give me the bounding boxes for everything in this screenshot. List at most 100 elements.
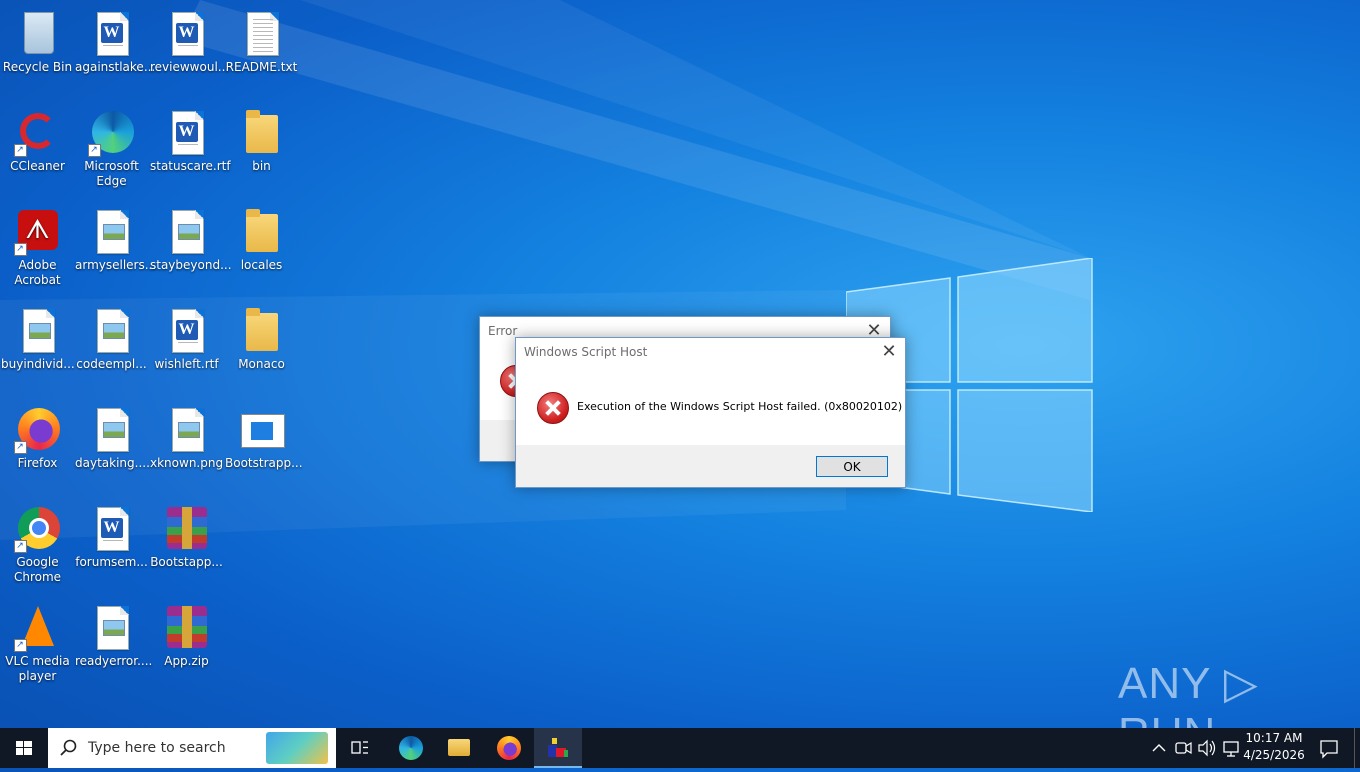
desktop-icon-label: readyerror.... [75, 654, 153, 668]
wsh-dialog-message: Execution of the Windows Script Host fai… [577, 400, 903, 413]
desktop-icon-label: wishleft.rtf [154, 357, 219, 371]
taskbar-firefox-button[interactable] [484, 728, 532, 768]
desktop-icon-label: Monaco [238, 357, 285, 371]
search-placeholder: Type here to search [88, 740, 226, 756]
ok-button[interactable]: OK [816, 456, 888, 477]
desktop-icon-label: CCleaner [10, 159, 65, 173]
desktop-icon-firefox[interactable]: ↗ Firefox [0, 400, 75, 471]
taskbar-search-box[interactable]: Type here to search [48, 728, 336, 768]
desktop-icon-google-chrome[interactable]: ↗ Google Chrome [0, 499, 75, 585]
desktop-icon-label: xknown.png [150, 456, 224, 470]
desktop-icon-label: reviewwoul... [150, 60, 230, 74]
shortcut-arrow-icon: ↗ [13, 441, 27, 454]
desktop-icon-app-zip[interactable]: App.zip [149, 598, 224, 669]
desktop-icon-label: App.zip [164, 654, 209, 668]
recycle-bin-icon [14, 10, 62, 58]
desktop-icon-codeempl[interactable]: codeempl... [74, 301, 149, 372]
desktop-icon-label: forumsem... [75, 555, 148, 569]
word-doc-icon: W [163, 307, 211, 355]
desktop-icon-wishleft[interactable]: W wishleft.rtf [149, 301, 224, 372]
start-button[interactable] [0, 728, 48, 768]
wsh-dialog-title: Windows Script Host [524, 345, 648, 359]
desktop-icon-label: daytaking.... [75, 456, 150, 470]
desktop-icon-label: Recycle Bin [2, 60, 73, 74]
firefox-icon: ↗ [13, 406, 62, 454]
word-doc-icon: W [163, 109, 211, 157]
desktop-icon-daytaking[interactable]: daytaking.... [74, 400, 150, 471]
clock-date: 4/25/2026 [1243, 748, 1305, 762]
shortcut-arrow-icon: ↗ [13, 243, 27, 256]
acrobat-icon: ᗑ ↗ [13, 208, 62, 256]
desktop-icon-label: locales [240, 258, 283, 272]
image-file-icon [88, 406, 136, 454]
desktop-icon-label: Bootstapp... [150, 555, 223, 569]
desktop-icon-forumsem[interactable]: W forumsem... [74, 499, 149, 570]
chevron-up-icon [1152, 744, 1166, 752]
show-desktop-button[interactable] [1354, 728, 1360, 768]
folder-icon [238, 208, 286, 256]
notification-center-button[interactable] [1314, 728, 1344, 768]
colorful-app-icon [548, 738, 568, 757]
desktop-icon-adobe-acrobat[interactable]: ᗑ ↗ Adobe Acrobat [0, 202, 75, 288]
desktop-icon-bootstapp-archive[interactable]: Bootstapp... [149, 499, 224, 570]
desktop-icon-againstlake[interactable]: W againstlake... [74, 4, 156, 75]
desktop-icon-bootstrapp[interactable]: Bootstrapp... [224, 400, 303, 471]
desktop-icon-buyindivid[interactable]: buyindivid... [0, 301, 75, 372]
desktop-icon-vlc[interactable]: ↗ VLC media player [0, 598, 75, 684]
desktop-icon-reviewwoul[interactable]: W reviewwoul... [149, 4, 230, 75]
desktop-icon-folder-locales[interactable]: locales [224, 202, 299, 273]
edge-icon: ↗ [87, 109, 136, 157]
desktop-icon-folder-bin[interactable]: bin [224, 103, 299, 174]
task-view-button[interactable] [336, 728, 384, 768]
taskbar-file-explorer-button[interactable] [434, 728, 482, 768]
word-doc-icon: W [163, 10, 211, 58]
desktop-icon-label: buyindivid... [1, 357, 75, 371]
desktop-icon-label: againstlake... [75, 60, 156, 74]
search-icon [60, 739, 77, 756]
image-file-icon [88, 208, 136, 256]
shortcut-arrow-icon: ↗ [13, 639, 27, 652]
desktop-icon-folder-monaco[interactable]: Monaco [224, 301, 299, 372]
text-file-icon [238, 10, 286, 58]
firefox-icon [497, 736, 521, 760]
taskbar-app-button[interactable] [534, 728, 582, 768]
folder-icon [238, 307, 286, 355]
desktop-icon-microsoft-edge[interactable]: ↗ Microsoft Edge [74, 103, 149, 189]
desktop-icon-label: statuscare.rtf [150, 159, 231, 173]
ccleaner-icon: ↗ [13, 109, 62, 157]
wsh-dialog-titlebar[interactable]: Windows Script Host ✕ [516, 338, 905, 366]
desktop-icon-label: bin [252, 159, 271, 173]
desktop-icon-readme[interactable]: README.txt [224, 4, 299, 75]
folder-icon [238, 109, 286, 157]
wsh-dialog-body: Execution of the Windows Script Host fai… [516, 366, 905, 445]
taskbar: Type here to search 10:17 AM 4/25/2026 [0, 728, 1360, 768]
desktop-icon-label: Google Chrome [13, 555, 62, 584]
shortcut-arrow-icon: ↗ [13, 144, 27, 157]
notification-icon [1320, 740, 1338, 759]
wsh-dialog[interactable]: Windows Script Host ✕ Execution of the W… [515, 337, 906, 488]
close-icon[interactable]: ✕ [873, 338, 905, 366]
desktop-icon-readyerror[interactable]: readyerror.... [74, 598, 153, 669]
error-dialog-title: Error [488, 324, 518, 338]
image-file-icon [163, 208, 211, 256]
desktop-icon-label: Microsoft Edge [84, 159, 139, 188]
desktop-icon-label: Adobe Acrobat [14, 258, 61, 287]
clock-time: 10:17 AM [1245, 731, 1303, 745]
show-hidden-icons-button[interactable] [1148, 728, 1170, 768]
desktop-icon-xknown[interactable]: xknown.png [149, 400, 224, 471]
image-file-icon [88, 604, 136, 652]
desktop-icon-staybeyond[interactable]: staybeyond... [149, 202, 232, 273]
desktop-icon-statuscare[interactable]: W statuscare.rtf [149, 103, 231, 174]
task-view-icon [351, 741, 368, 754]
desktop-icon-label: codeempl... [76, 357, 147, 371]
taskbar-edge-button[interactable] [386, 728, 434, 768]
desktop-icon-recycle-bin[interactable]: Recycle Bin [0, 4, 75, 75]
image-file-icon [88, 307, 136, 355]
volume-button[interactable] [1196, 728, 1218, 768]
desktop-icon-ccleaner[interactable]: ↗ CCleaner [0, 103, 75, 174]
desktop-icon-armysellers[interactable]: armysellers... [74, 202, 156, 273]
taskbar-clock[interactable]: 10:17 AM 4/25/2026 [1238, 730, 1310, 764]
winrar-archive-icon [163, 604, 211, 652]
meet-now-button[interactable] [1172, 728, 1194, 768]
desktop-icon-label: Firefox [17, 456, 58, 470]
